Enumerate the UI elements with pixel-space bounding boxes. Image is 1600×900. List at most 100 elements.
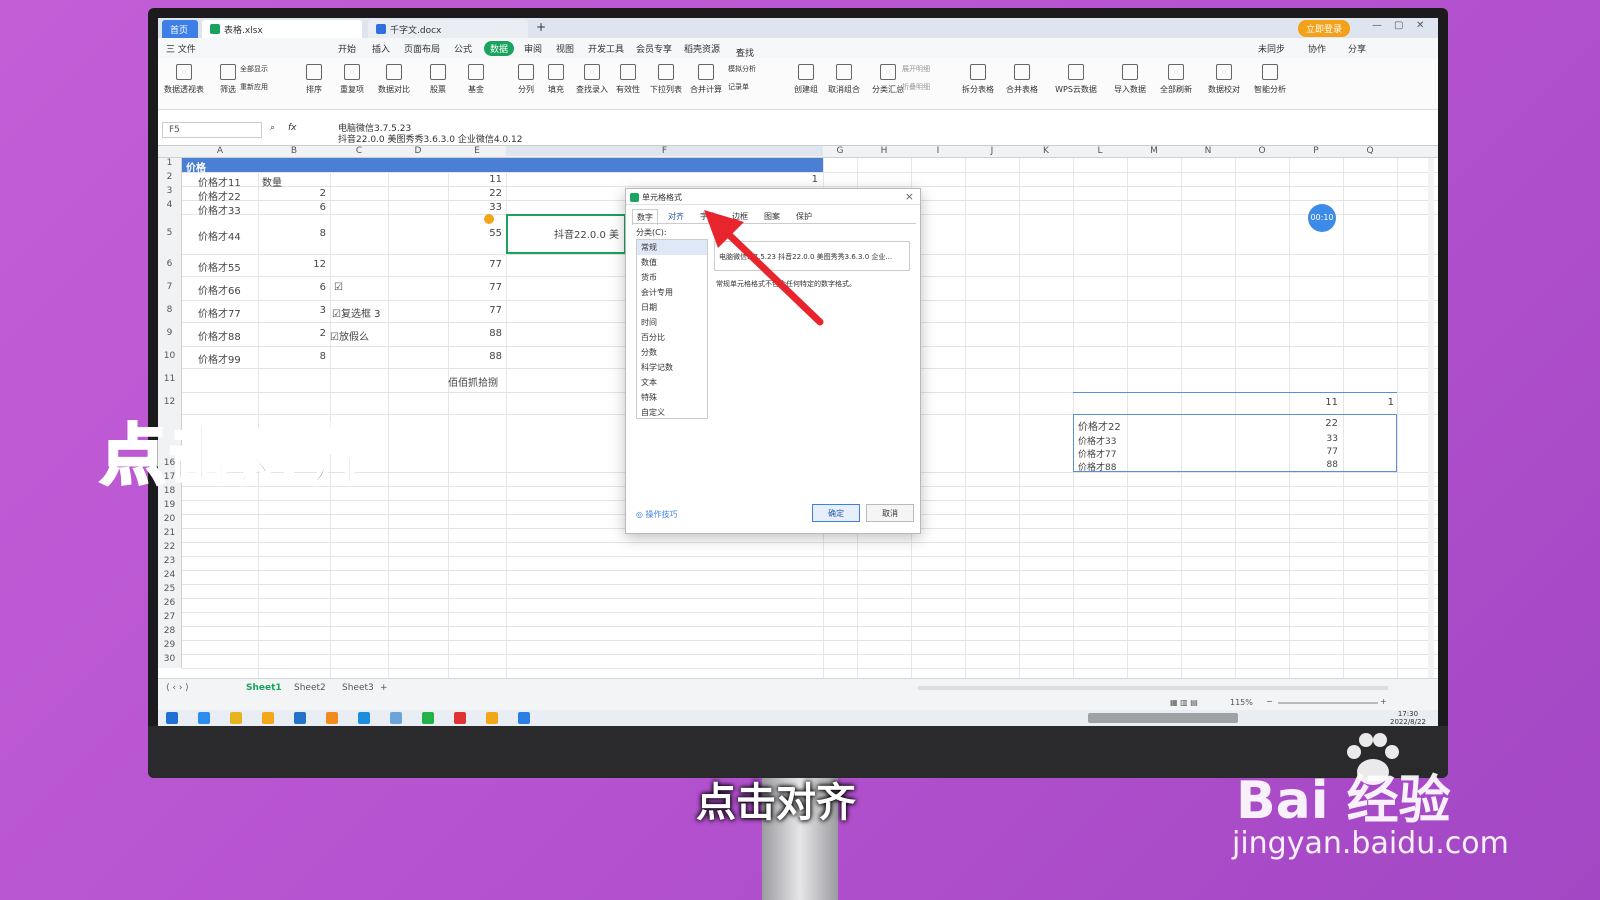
wechat-icon[interactable]: [422, 712, 434, 724]
tab-protection[interactable]: 保护: [792, 209, 816, 224]
cell-a3[interactable]: 价格才22: [198, 188, 241, 203]
app-icon[interactable]: [390, 712, 402, 724]
col-I[interactable]: I: [911, 146, 965, 156]
ribbon-fund[interactable]: 基金: [452, 64, 500, 95]
category-item[interactable]: 货币: [637, 270, 707, 285]
app-icon[interactable]: [262, 712, 274, 724]
row-30[interactable]: 30: [158, 654, 182, 668]
row-5[interactable]: 5: [158, 214, 182, 254]
ribbon-refresh-all[interactable]: 全部刷新: [1152, 64, 1200, 95]
zoom-level[interactable]: 115%: [1230, 698, 1253, 707]
cell-a2[interactable]: 价格才11: [198, 174, 241, 189]
tab-document[interactable]: 千字文.docx: [368, 20, 528, 38]
col-Q[interactable]: Q: [1343, 146, 1397, 156]
cell-a1[interactable]: 价格: [186, 159, 206, 174]
row-9[interactable]: 9: [158, 322, 182, 346]
category-item[interactable]: 百分比: [637, 330, 707, 345]
ribbon-smart-analysis[interactable]: 智能分析: [1246, 64, 1294, 95]
cell-l16[interactable]: 价格才88: [1078, 460, 1116, 473]
tips-link[interactable]: ◎ 操作技巧: [636, 509, 678, 520]
cell-e6[interactable]: 77: [478, 259, 502, 270]
windows-start-icon[interactable]: [166, 712, 178, 724]
category-item[interactable]: 时间: [637, 315, 707, 330]
row-22[interactable]: 22: [158, 542, 182, 556]
col-E[interactable]: E: [448, 146, 506, 156]
menu-review[interactable]: 审阅: [524, 42, 542, 55]
clock[interactable]: 17:30 2022/8/22: [1390, 710, 1426, 726]
col-L[interactable]: L: [1073, 146, 1127, 156]
cell-e5[interactable]: 55: [478, 228, 502, 239]
cell-b2[interactable]: 数量: [262, 174, 282, 189]
cell-f2[interactable]: 1: [798, 174, 818, 185]
cell-p14[interactable]: 33: [1308, 434, 1338, 444]
fx-icon[interactable]: fx: [288, 123, 297, 133]
checkbox-c8[interactable]: ☑复选框 3: [332, 305, 381, 320]
col-M[interactable]: M: [1127, 146, 1181, 156]
category-item[interactable]: 分数: [637, 345, 707, 360]
close-icon[interactable]: ×: [905, 190, 914, 203]
row-8[interactable]: 8: [158, 300, 182, 322]
horizontal-scrollbar[interactable]: [918, 686, 1388, 690]
col-O[interactable]: O: [1235, 146, 1289, 156]
row-4[interactable]: 4: [158, 200, 182, 214]
cell-e11[interactable]: 佰佰抓拾捌: [448, 374, 498, 389]
tab-alignment[interactable]: 对齐: [664, 209, 688, 224]
maximize-icon[interactable]: ▢: [1394, 20, 1403, 31]
menu-docer[interactable]: 稻壳资源: [684, 42, 720, 55]
cell-a4[interactable]: 价格才33: [198, 202, 241, 217]
cell-a9[interactable]: 价格才88: [198, 328, 241, 343]
collab-button[interactable]: 协作: [1308, 42, 1326, 55]
ribbon-duplicates[interactable]: 重复项: [328, 64, 376, 95]
category-item[interactable]: 常规: [637, 240, 707, 255]
menu-home[interactable]: 开始: [338, 42, 356, 55]
category-item[interactable]: 日期: [637, 300, 707, 315]
tab-spreadsheet[interactable]: 表格.xlsx: [202, 20, 362, 38]
category-item[interactable]: 特殊: [637, 390, 707, 405]
ribbon-import[interactable]: 导入数据: [1106, 64, 1154, 95]
row-1[interactable]: 1: [158, 158, 182, 172]
menu-formula[interactable]: 公式: [454, 42, 472, 55]
col-G[interactable]: G: [823, 146, 857, 156]
ribbon-expand[interactable]: 展开明细 折叠明细: [902, 64, 958, 92]
menu-file[interactable]: 三 文件: [166, 42, 196, 55]
cell-e7[interactable]: 77: [478, 282, 502, 293]
cell-b6[interactable]: 12: [298, 259, 326, 270]
zoom-icon[interactable]: ⌕: [270, 123, 275, 133]
row-25[interactable]: 25: [158, 584, 182, 598]
ok-button[interactable]: 确定: [812, 504, 860, 522]
name-box[interactable]: F5: [162, 122, 262, 138]
cell-b9[interactable]: 2: [298, 328, 326, 339]
cell-e3[interactable]: 22: [478, 188, 502, 199]
cancel-button[interactable]: 取消: [866, 504, 914, 522]
row-2[interactable]: 2: [158, 172, 182, 186]
ribbon-ungroup[interactable]: 取消组合: [820, 64, 868, 95]
close-window-icon[interactable]: ✕: [1416, 20, 1424, 31]
cell-b5[interactable]: 8: [298, 228, 326, 239]
col-F[interactable]: F: [506, 146, 823, 156]
cell-q12[interactable]: 1: [1368, 397, 1394, 408]
share-button[interactable]: 分享: [1348, 42, 1366, 55]
app-icon[interactable]: [326, 712, 338, 724]
checkbox-c7[interactable]: ☑: [334, 282, 343, 293]
minimize-icon[interactable]: —: [1372, 20, 1382, 31]
col-N[interactable]: N: [1181, 146, 1235, 156]
category-item[interactable]: 自定义: [637, 405, 707, 420]
col-A[interactable]: A: [182, 146, 258, 156]
category-item[interactable]: 文本: [637, 375, 707, 390]
row-27[interactable]: 27: [158, 612, 182, 626]
cell-a7[interactable]: 价格才66: [198, 282, 241, 297]
cell-l15[interactable]: 价格才77: [1078, 447, 1116, 460]
row-7[interactable]: 7: [158, 276, 182, 300]
menu-view[interactable]: 视图: [556, 42, 574, 55]
col-J[interactable]: J: [965, 146, 1019, 156]
ribbon-split-table[interactable]: 拆分表格: [954, 64, 1002, 95]
tab-home[interactable]: 首页: [162, 20, 198, 38]
folder-icon[interactable]: [230, 712, 242, 724]
row-26[interactable]: 26: [158, 598, 182, 612]
cell-b3[interactable]: 2: [298, 188, 326, 199]
col-K[interactable]: K: [1019, 146, 1073, 156]
menu-member[interactable]: 会员专享: [636, 42, 672, 55]
row-11[interactable]: 11: [158, 368, 182, 392]
col-H[interactable]: H: [857, 146, 911, 156]
cell-a5[interactable]: 价格才44: [198, 228, 241, 243]
